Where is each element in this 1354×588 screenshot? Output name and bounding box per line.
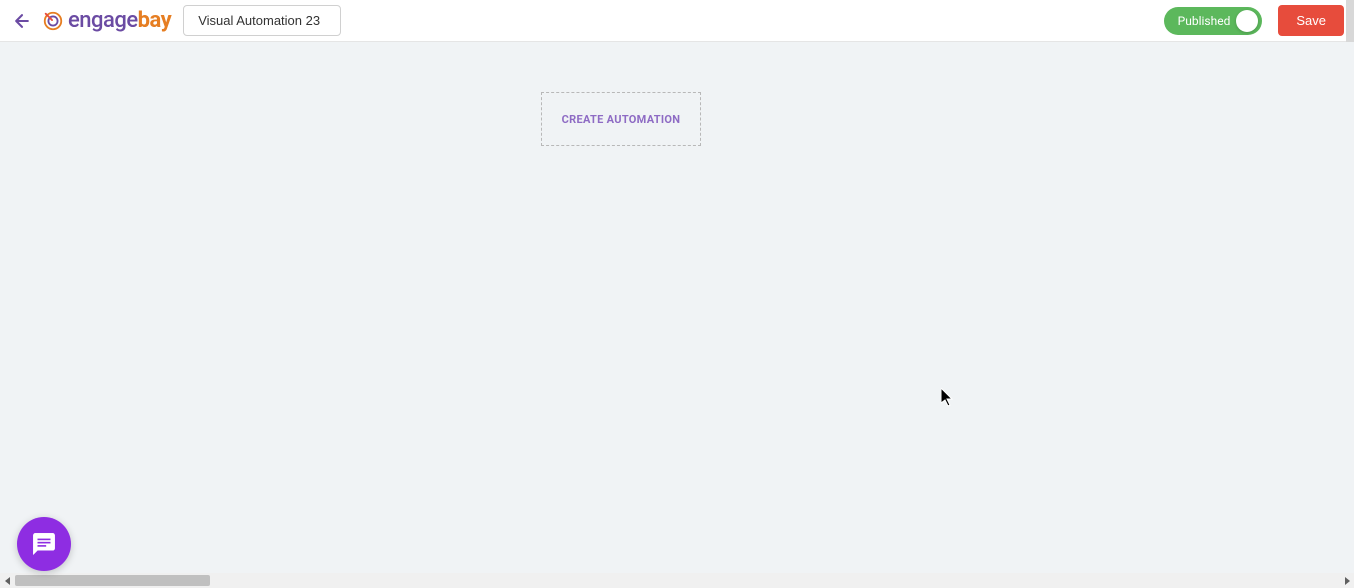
- automation-canvas[interactable]: CREATE AUTOMATION: [0, 42, 1354, 588]
- scroll-right-button[interactable]: [1339, 573, 1354, 588]
- arrow-left-icon: [12, 11, 32, 31]
- logo-text-bay: bay: [138, 8, 172, 33]
- right-edge-divider: [1346, 0, 1354, 42]
- scroll-left-button[interactable]: [0, 573, 15, 588]
- header-actions: Published Save: [1164, 5, 1344, 36]
- publish-toggle[interactable]: Published: [1164, 7, 1263, 35]
- automation-name-input[interactable]: [183, 5, 341, 36]
- toggle-knob: [1236, 10, 1258, 32]
- triangle-right-icon: [1343, 577, 1351, 585]
- scrollbar-track[interactable]: [15, 573, 1339, 588]
- chat-widget-button[interactable]: [17, 517, 71, 571]
- back-button[interactable]: [10, 9, 34, 33]
- triangle-left-icon: [4, 577, 12, 585]
- logo-text-engage: engage: [68, 8, 138, 33]
- brand-logo[interactable]: engagebay: [42, 8, 171, 33]
- chat-icon: [31, 531, 57, 557]
- horizontal-scrollbar[interactable]: [0, 573, 1354, 588]
- publish-toggle-label: Published: [1178, 14, 1231, 28]
- scrollbar-thumb[interactable]: [15, 575, 210, 586]
- create-automation-label: CREATE AUTOMATION: [562, 113, 681, 126]
- canvas-inner: CREATE AUTOMATION: [0, 42, 1354, 588]
- logo-icon: [42, 10, 64, 32]
- app-header: engagebay Published Save: [0, 0, 1354, 42]
- create-automation-button[interactable]: CREATE AUTOMATION: [541, 92, 701, 146]
- save-button[interactable]: Save: [1278, 5, 1344, 36]
